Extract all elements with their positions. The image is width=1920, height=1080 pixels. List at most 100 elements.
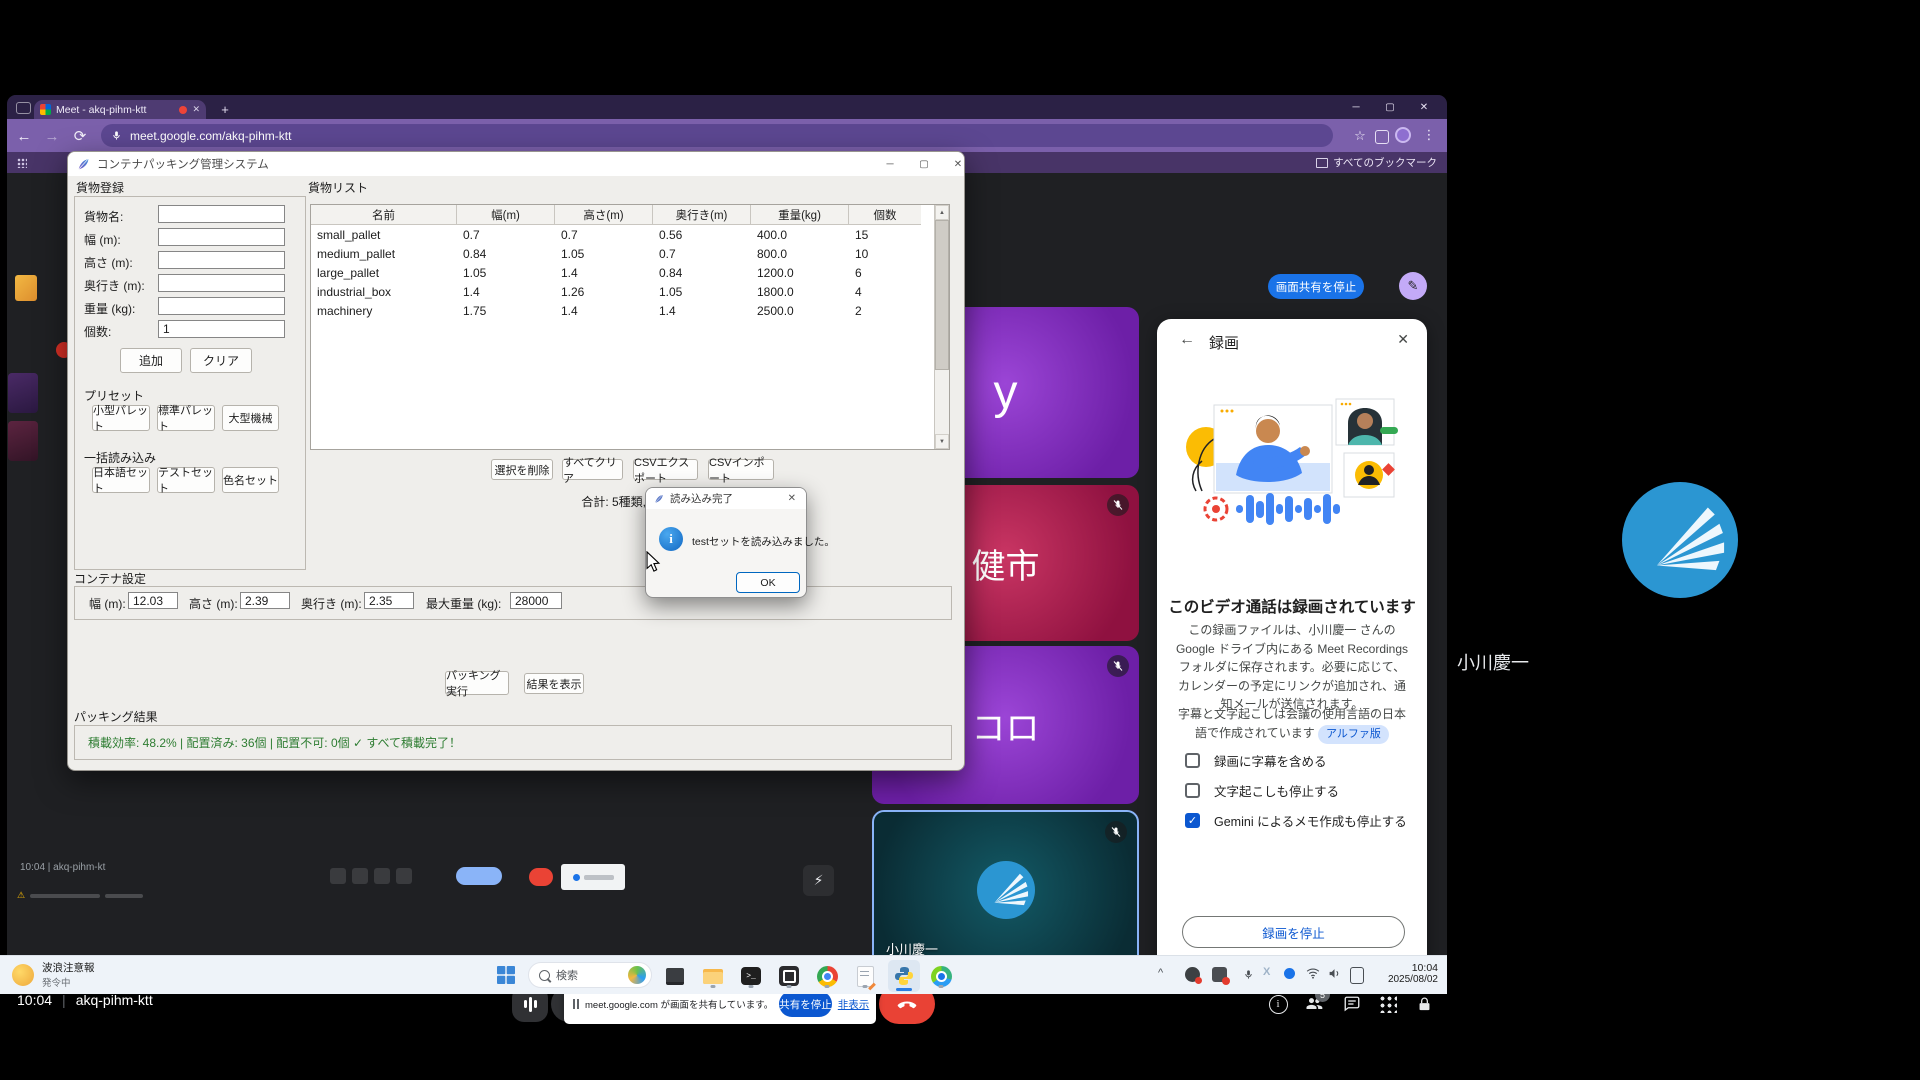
taskbar-app-device-icon[interactable] (662, 963, 688, 989)
checkbox-checked[interactable]: ✓ (1185, 813, 1200, 828)
preset-standard-pallet-button[interactable]: 標準パレット (157, 405, 215, 431)
browser-menu-icon[interactable]: ⋮ (1421, 126, 1437, 144)
wifi-icon[interactable] (1306, 967, 1320, 979)
clock[interactable]: 10:04 2025/08/02 (1380, 962, 1438, 985)
checkbox-row[interactable]: ✓ Gemini によるメモ作成も停止する (1185, 811, 1407, 830)
apps-grid-icon[interactable] (1379, 995, 1397, 1013)
cargo-name-input[interactable] (158, 205, 285, 223)
profile-avatar[interactable] (1395, 127, 1411, 143)
tray-x-icon[interactable]: X (1263, 966, 1270, 978)
csv-export-button[interactable]: CSVエクスポート (633, 459, 698, 480)
taskbar-app-dark-icon[interactable] (776, 963, 802, 989)
reload-icon[interactable]: ⟳ (71, 127, 89, 145)
show-results-button[interactable]: 結果を表示 (524, 673, 584, 694)
count-input[interactable]: 1 (158, 320, 285, 338)
table-scrollbar[interactable]: ▲ ▼ (934, 205, 949, 449)
people-icon[interactable]: 5 (1301, 991, 1327, 1017)
panel-back-icon[interactable]: ← (1179, 331, 1195, 349)
window-minimize-icon[interactable]: ─ (1339, 95, 1373, 119)
address-bar[interactable]: meet.google.com/akq-pihm-ktt (101, 124, 1333, 147)
extensions-icon[interactable] (1375, 130, 1389, 144)
chat-icon[interactable] (1339, 991, 1365, 1017)
apps-grid-icon[interactable] (17, 158, 27, 168)
column-header[interactable]: 高さ(m) (555, 205, 653, 225)
tray-mic-icon[interactable] (1240, 966, 1256, 982)
csv-import-button[interactable]: CSVインポート (708, 459, 774, 480)
dialog-close-icon[interactable]: ✕ (788, 493, 796, 504)
taskbar-app-python-active-icon[interactable] (888, 960, 920, 992)
table-row[interactable]: machinery1.751.41.42500.02 (311, 301, 949, 320)
clear-all-button[interactable]: すべてクリア (562, 459, 623, 480)
column-header[interactable]: 名前 (311, 205, 457, 225)
new-tab-button[interactable]: + (215, 99, 235, 119)
browser-tab[interactable]: Meet - akq-pihm-ktt ✕ (34, 100, 206, 119)
tray-blue-dot-icon[interactable] (1284, 968, 1295, 979)
run-packing-button[interactable]: パッキング実行 (445, 671, 509, 695)
clear-button[interactable]: クリア (190, 348, 252, 373)
edit-pencil-icon[interactable]: ✎ (1399, 272, 1427, 300)
delete-selected-button[interactable]: 選択を削除 (491, 459, 553, 480)
stop-recording-button[interactable]: 録画を停止 (1182, 916, 1405, 948)
container-max-weight-input[interactable]: 28000 (510, 592, 562, 609)
bulk-japanese-set-button[interactable]: 日本語セット (92, 467, 150, 493)
width-input[interactable] (158, 228, 285, 246)
weather-widget[interactable]: 波浪注意報 発令中 (12, 960, 95, 989)
tab-close-icon[interactable]: ✕ (192, 104, 200, 115)
checkbox-row[interactable]: 文字起こしも停止する (1185, 781, 1339, 800)
add-button[interactable]: 追加 (120, 348, 182, 373)
tray-app-badge-icon[interactable] (1212, 967, 1227, 982)
app-minimize-icon[interactable]: ─ (874, 153, 906, 175)
search-box[interactable]: 検索 (528, 962, 652, 988)
bulk-test-set-button[interactable]: テストセット (157, 467, 215, 493)
window-maximize-icon[interactable]: ▢ (1373, 95, 1407, 119)
host-lock-icon[interactable] (1411, 991, 1437, 1017)
info-icon[interactable]: i (1265, 991, 1291, 1017)
bookmark-star-icon[interactable]: ☆ (1351, 127, 1369, 145)
hidden-icons-caret[interactable]: ^ (1158, 967, 1163, 979)
depth-input[interactable] (158, 274, 285, 292)
forward-icon[interactable]: → (43, 127, 61, 145)
dialog-titlebar[interactable]: 読み込み完了 ✕ (646, 488, 806, 509)
checkbox-unchecked[interactable] (1185, 783, 1200, 798)
hide-link[interactable]: 非表示 (838, 997, 870, 1012)
app-maximize-icon[interactable]: ▢ (908, 153, 940, 175)
column-header[interactable]: 個数 (849, 205, 921, 225)
taskbar-app-browser2-icon[interactable] (928, 963, 954, 989)
table-row[interactable]: large_pallet1.051.40.841200.06 (311, 263, 949, 282)
stop-presenting-button[interactable]: 画面共有を停止 (1268, 274, 1364, 299)
ok-button[interactable]: OK (736, 572, 800, 593)
preset-large-machine-button[interactable]: 大型機械 (222, 405, 279, 431)
checkbox-unchecked[interactable] (1185, 753, 1200, 768)
app-close-icon[interactable]: ✕ (942, 153, 974, 175)
tab-search-icon[interactable] (16, 102, 31, 114)
weight-input[interactable] (158, 297, 285, 315)
panel-close-icon[interactable]: ✕ (1397, 331, 1409, 348)
taskbar-app-chrome-icon[interactable] (814, 963, 840, 989)
column-header[interactable]: 奥行き(m) (653, 205, 751, 225)
table-row[interactable]: industrial_box1.41.261.051800.04 (311, 282, 949, 301)
container-height-input[interactable]: 2.39 (240, 592, 290, 609)
taskbar-app-explorer-icon[interactable] (700, 963, 726, 989)
tray-camera-icon[interactable] (1185, 967, 1200, 982)
app-titlebar[interactable]: コンテナパッキング管理システム ─ ▢ ✕ (68, 152, 964, 176)
column-header[interactable]: 重量(kg) (751, 205, 849, 225)
container-depth-input[interactable]: 2.35 (364, 592, 414, 609)
start-button[interactable] (497, 966, 515, 984)
speaker-icon[interactable] (1328, 967, 1341, 980)
height-input[interactable] (158, 251, 285, 269)
column-header[interactable]: 幅(m) (457, 205, 555, 225)
container-width-input[interactable]: 12.03 (128, 592, 178, 609)
scroll-up-icon[interactable]: ▲ (935, 205, 949, 220)
scrollbar-thumb[interactable] (935, 220, 949, 370)
bulk-color-set-button[interactable]: 色名セット (222, 467, 279, 493)
checkbox-row[interactable]: 録画に字幕を含める (1185, 751, 1327, 770)
stop-share-button[interactable]: 共有を停止 (779, 991, 832, 1017)
video-tile-presenter[interactable]: 小川慶一 (872, 810, 1139, 969)
taskbar-app-terminal-icon[interactable]: >_ (738, 963, 764, 989)
all-bookmarks[interactable]: すべてのブックマーク (1316, 155, 1437, 170)
taskbar-app-notepad-icon[interactable] (852, 963, 878, 989)
scroll-down-icon[interactable]: ▼ (935, 434, 949, 449)
table-row[interactable]: medium_pallet0.841.050.7800.010 (311, 244, 949, 263)
window-close-icon[interactable]: ✕ (1407, 95, 1441, 119)
table-row[interactable]: small_pallet0.70.70.56400.015 (311, 225, 949, 244)
